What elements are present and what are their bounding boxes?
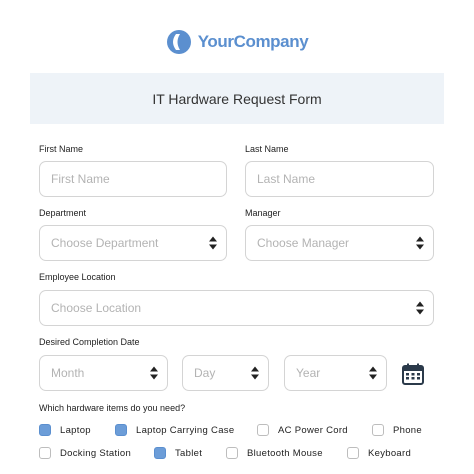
checkbox-box[interactable] [347, 447, 359, 459]
form-header: IT Hardware Request Form [30, 73, 444, 124]
checkbox-box[interactable] [257, 424, 269, 436]
checkbox-label: AC Power Cord [278, 424, 348, 436]
month-select[interactable]: Month [39, 355, 168, 391]
company-logo: YourCompany [0, 28, 474, 56]
day-select[interactable]: Day [182, 355, 269, 391]
manager-select[interactable]: Choose Manager [245, 225, 434, 261]
checkbox-box[interactable] [39, 447, 51, 459]
department-placeholder: Choose Department [51, 236, 159, 250]
form-title: IT Hardware Request Form [152, 90, 322, 107]
month-placeholder: Month [51, 366, 85, 380]
checkbox-bluetooth-mouse[interactable]: Bluetooth Mouse [226, 447, 323, 459]
checkbox-docking-station[interactable]: Docking Station [39, 447, 131, 459]
first-name-field[interactable] [39, 161, 227, 197]
checkbox-label: Bluetooth Mouse [247, 447, 323, 459]
checkbox-box[interactable] [154, 447, 166, 459]
completion-date-label: Desired Completion Date [39, 337, 140, 347]
calendar-icon[interactable] [402, 363, 424, 385]
first-name-input[interactable] [51, 172, 226, 186]
caret-up-down-icon [416, 236, 424, 250]
caret-up-down-icon [416, 301, 424, 315]
checkbox-box[interactable] [115, 424, 127, 436]
checkbox-laptop-carrying-case[interactable]: Laptop Carrying Case [115, 424, 234, 436]
caret-up-down-icon [209, 236, 217, 250]
checkbox-label: Docking Station [60, 447, 132, 459]
checkbox-label: Laptop [60, 424, 91, 436]
year-placeholder: Year [296, 366, 321, 380]
checkbox-box[interactable] [372, 424, 384, 436]
checkbox-keyboard[interactable]: Keyboard [347, 447, 411, 459]
checkbox-label: Keyboard [368, 447, 412, 459]
location-label: Employee Location [39, 272, 116, 282]
department-label: Department [39, 208, 87, 218]
manager-placeholder: Choose Manager [257, 236, 350, 250]
last-name-label: Last Name [245, 144, 289, 154]
checkbox-laptop[interactable]: Laptop [39, 424, 91, 436]
location-select[interactable]: Choose Location [39, 290, 434, 326]
year-select[interactable]: Year [284, 355, 387, 391]
checkbox-label: Laptop Carrying Case [136, 424, 235, 436]
day-placeholder: Day [194, 366, 216, 380]
logo-mark-icon [166, 30, 191, 54]
last-name-input[interactable] [257, 172, 433, 186]
caret-up-down-icon [369, 366, 377, 380]
hardware-question: Which hardware items do you need? [39, 403, 186, 413]
checkbox-tablet[interactable]: Tablet [154, 447, 202, 459]
checkbox-label: Phone [393, 424, 422, 436]
checkbox-phone[interactable]: Phone [372, 424, 422, 436]
checkbox-ac-power-cord[interactable]: AC Power Cord [257, 424, 348, 436]
last-name-field[interactable] [245, 161, 434, 197]
checkbox-box[interactable] [226, 447, 238, 459]
caret-up-down-icon [150, 366, 158, 380]
company-name: YourCompany [197, 32, 309, 51]
checkbox-box[interactable] [39, 424, 51, 436]
location-placeholder: Choose Location [51, 301, 142, 315]
first-name-label: First Name [39, 144, 84, 154]
manager-label: Manager [245, 208, 281, 218]
caret-up-down-icon [251, 366, 259, 380]
department-select[interactable]: Choose Department [39, 225, 227, 261]
checkbox-label: Tablet [175, 447, 203, 459]
